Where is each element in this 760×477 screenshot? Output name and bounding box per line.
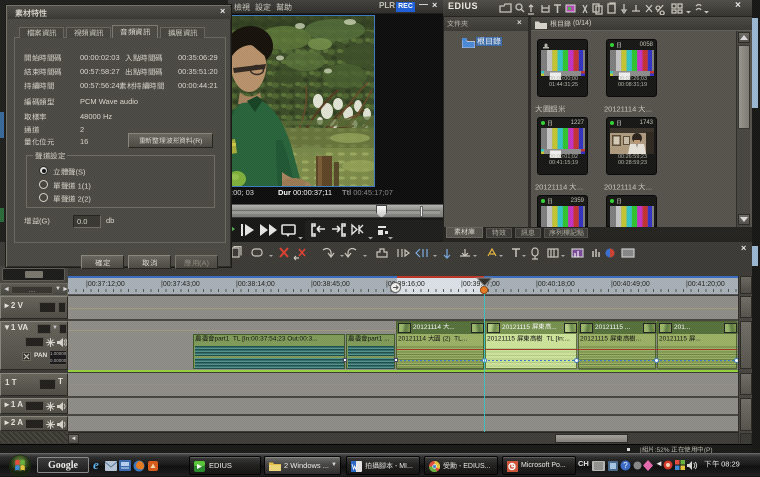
svg-text:?: ?	[623, 461, 628, 470]
